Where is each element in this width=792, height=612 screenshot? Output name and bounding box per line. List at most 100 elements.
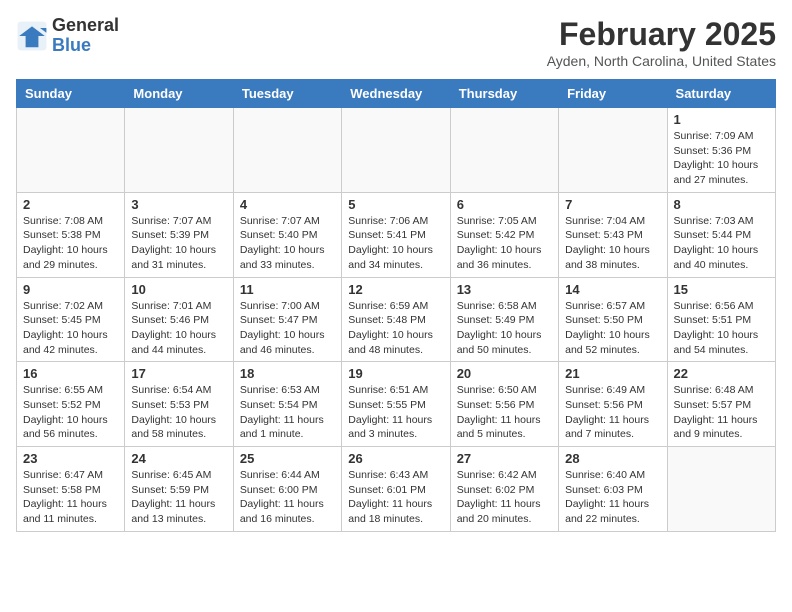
calendar-cell: 4 Sunrise: 7:07 AMSunset: 5:40 PMDaylight…	[233, 192, 341, 277]
day-number: 20	[457, 366, 552, 381]
calendar-cell: 7 Sunrise: 7:04 AMSunset: 5:43 PMDaylight…	[559, 192, 667, 277]
day-info: Sunrise: 7:09 AMSunset: 5:36 PMDaylight:…	[674, 129, 769, 188]
calendar-week-row: 2Sunrise: 7:08 AMSunset: 5:38 PMDaylight…	[17, 192, 776, 277]
day-info: Sunrise: 6:49 AMSunset: 5:56 PMDaylight:…	[565, 383, 660, 442]
calendar-week-row: 16 Sunrise: 6:55 AMSunset: 5:52 PMDayligh…	[17, 362, 776, 447]
calendar-week-row: 1 Sunrise: 7:09 AMSunset: 5:36 PMDaylight…	[17, 108, 776, 193]
day-info: Sunrise: 7:07 AMSunset: 5:40 PMDaylight:…	[240, 214, 335, 273]
calendar-cell: 11 Sunrise: 7:00 AMSunset: 5:47 PMDayligh…	[233, 277, 341, 362]
day-number: 11	[240, 282, 335, 297]
calendar-cell	[342, 108, 450, 193]
day-info: Sunrise: 6:58 AMSunset: 5:49 PMDaylight:…	[457, 299, 552, 358]
day-info: Sunrise: 7:02 AMSunset: 5:45 PMDaylight:…	[23, 299, 118, 358]
day-info: Sunrise: 7:05 AMSunset: 5:42 PMDaylight:…	[457, 214, 552, 273]
calendar-cell: 9 Sunrise: 7:02 AMSunset: 5:45 PMDaylight…	[17, 277, 125, 362]
day-number: 21	[565, 366, 660, 381]
calendar-cell: 18 Sunrise: 6:53 AMSunset: 5:54 PMDayligh…	[233, 362, 341, 447]
calendar-cell: 1 Sunrise: 7:09 AMSunset: 5:36 PMDaylight…	[667, 108, 775, 193]
calendar-cell: 25Sunrise: 6:44 AMSunset: 6:00 PMDayligh…	[233, 447, 341, 532]
calendar-cell: 8 Sunrise: 7:03 AMSunset: 5:44 PMDaylight…	[667, 192, 775, 277]
day-info: Sunrise: 6:53 AMSunset: 5:54 PMDaylight:…	[240, 383, 335, 442]
day-info: Sunrise: 7:01 AMSunset: 5:46 PMDaylight:…	[131, 299, 226, 358]
day-info: Sunrise: 6:54 AMSunset: 5:53 PMDaylight:…	[131, 383, 226, 442]
day-number: 25	[240, 451, 335, 466]
weekday-header: Saturday	[667, 80, 775, 108]
day-number: 7	[565, 197, 660, 212]
day-number: 1	[674, 112, 769, 127]
day-info: Sunrise: 6:50 AMSunset: 5:56 PMDaylight:…	[457, 383, 552, 442]
calendar-cell: 21 Sunrise: 6:49 AMSunset: 5:56 PMDayligh…	[559, 362, 667, 447]
day-number: 19	[348, 366, 443, 381]
day-info: Sunrise: 6:45 AMSunset: 5:59 PMDaylight:…	[131, 468, 226, 527]
calendar-cell: 22 Sunrise: 6:48 AMSunset: 5:57 PMDayligh…	[667, 362, 775, 447]
calendar-cell: 3 Sunrise: 7:07 AMSunset: 5:39 PMDaylight…	[125, 192, 233, 277]
day-number: 18	[240, 366, 335, 381]
calendar-cell: 16 Sunrise: 6:55 AMSunset: 5:52 PMDayligh…	[17, 362, 125, 447]
calendar-week-row: 9 Sunrise: 7:02 AMSunset: 5:45 PMDaylight…	[17, 277, 776, 362]
logo-text: General Blue	[52, 16, 119, 56]
day-info: Sunrise: 7:00 AMSunset: 5:47 PMDaylight:…	[240, 299, 335, 358]
title-area: February 2025 Ayden, North Carolina, Uni…	[547, 16, 776, 69]
calendar-cell	[125, 108, 233, 193]
day-number: 9	[23, 282, 118, 297]
calendar-cell: 20 Sunrise: 6:50 AMSunset: 5:56 PMDayligh…	[450, 362, 558, 447]
day-number: 17	[131, 366, 226, 381]
calendar-cell	[233, 108, 341, 193]
day-number: 10	[131, 282, 226, 297]
calendar-cell: 19 Sunrise: 6:51 AMSunset: 5:55 PMDayligh…	[342, 362, 450, 447]
weekday-header: Wednesday	[342, 80, 450, 108]
day-number: 8	[674, 197, 769, 212]
calendar-cell: 5 Sunrise: 7:06 AMSunset: 5:41 PMDaylight…	[342, 192, 450, 277]
day-number: 14	[565, 282, 660, 297]
month-title: February 2025	[547, 16, 776, 53]
weekday-header-row: SundayMondayTuesdayWednesdayThursdayFrid…	[17, 80, 776, 108]
day-info: Sunrise: 6:42 AMSunset: 6:02 PMDaylight:…	[457, 468, 552, 527]
day-number: 22	[674, 366, 769, 381]
day-number: 3	[131, 197, 226, 212]
day-info: Sunrise: 6:55 AMSunset: 5:52 PMDaylight:…	[23, 383, 118, 442]
day-number: 13	[457, 282, 552, 297]
day-number: 5	[348, 197, 443, 212]
calendar-cell: 12Sunrise: 6:59 AMSunset: 5:48 PMDayligh…	[342, 277, 450, 362]
day-info: Sunrise: 7:04 AMSunset: 5:43 PMDaylight:…	[565, 214, 660, 273]
calendar-cell: 28 Sunrise: 6:40 AMSunset: 6:03 PMDayligh…	[559, 447, 667, 532]
weekday-header: Friday	[559, 80, 667, 108]
day-info: Sunrise: 7:06 AMSunset: 5:41 PMDaylight:…	[348, 214, 443, 273]
day-number: 6	[457, 197, 552, 212]
day-info: Sunrise: 6:57 AMSunset: 5:50 PMDaylight:…	[565, 299, 660, 358]
header: General Blue February 2025 Ayden, North …	[16, 16, 776, 69]
calendar-cell: 15Sunrise: 6:56 AMSunset: 5:51 PMDayligh…	[667, 277, 775, 362]
day-info: Sunrise: 6:40 AMSunset: 6:03 PMDaylight:…	[565, 468, 660, 527]
day-number: 16	[23, 366, 118, 381]
day-info: Sunrise: 6:47 AMSunset: 5:58 PMDaylight:…	[23, 468, 118, 527]
weekday-header: Monday	[125, 80, 233, 108]
day-info: Sunrise: 6:59 AMSunset: 5:48 PMDaylight:…	[348, 299, 443, 358]
calendar-cell	[559, 108, 667, 193]
calendar-cell: 24 Sunrise: 6:45 AMSunset: 5:59 PMDayligh…	[125, 447, 233, 532]
calendar-cell: 6 Sunrise: 7:05 AMSunset: 5:42 PMDaylight…	[450, 192, 558, 277]
calendar-cell: 23Sunrise: 6:47 AMSunset: 5:58 PMDayligh…	[17, 447, 125, 532]
day-number: 26	[348, 451, 443, 466]
calendar-cell: 26Sunrise: 6:43 AMSunset: 6:01 PMDayligh…	[342, 447, 450, 532]
calendar-cell: 17 Sunrise: 6:54 AMSunset: 5:53 PMDayligh…	[125, 362, 233, 447]
calendar-cell	[17, 108, 125, 193]
day-info: Sunrise: 6:48 AMSunset: 5:57 PMDaylight:…	[674, 383, 769, 442]
day-number: 28	[565, 451, 660, 466]
day-number: 2	[23, 197, 118, 212]
day-number: 27	[457, 451, 552, 466]
weekday-header: Sunday	[17, 80, 125, 108]
day-info: Sunrise: 7:03 AMSunset: 5:44 PMDaylight:…	[674, 214, 769, 273]
day-info: Sunrise: 6:51 AMSunset: 5:55 PMDaylight:…	[348, 383, 443, 442]
calendar-cell: 27 Sunrise: 6:42 AMSunset: 6:02 PMDayligh…	[450, 447, 558, 532]
calendar-table: SundayMondayTuesdayWednesdayThursdayFrid…	[16, 79, 776, 532]
logo: General Blue	[16, 16, 119, 56]
day-info: Sunrise: 6:56 AMSunset: 5:51 PMDaylight:…	[674, 299, 769, 358]
calendar-cell: 13 Sunrise: 6:58 AMSunset: 5:49 PMDayligh…	[450, 277, 558, 362]
calendar-cell	[667, 447, 775, 532]
day-number: 4	[240, 197, 335, 212]
calendar-cell: 10 Sunrise: 7:01 AMSunset: 5:46 PMDayligh…	[125, 277, 233, 362]
calendar-cell: 2Sunrise: 7:08 AMSunset: 5:38 PMDaylight…	[17, 192, 125, 277]
day-info: Sunrise: 7:07 AMSunset: 5:39 PMDaylight:…	[131, 214, 226, 273]
location-title: Ayden, North Carolina, United States	[547, 53, 776, 69]
day-number: 24	[131, 451, 226, 466]
